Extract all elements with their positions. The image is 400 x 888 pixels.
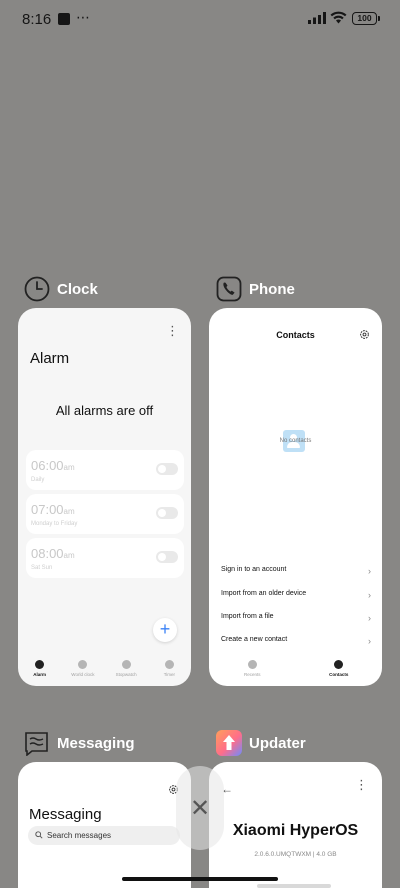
- chevron-right-icon: ›: [368, 636, 371, 646]
- clock-bottom-nav: Alarm World clock Stopwatch Timer: [18, 654, 191, 686]
- no-contacts-message: No contacts: [279, 438, 312, 444]
- stopwatch-icon: [121, 660, 131, 669]
- alarm-toggle[interactable]: [156, 551, 178, 563]
- alarm-time: 08:00am: [31, 546, 75, 561]
- messaging-app-header[interactable]: Messaging: [24, 727, 135, 759]
- import-older-device-row[interactable]: Import from an older device ›: [221, 590, 371, 606]
- alarm-repeat: Monday to Friday: [31, 521, 78, 527]
- tab-recents[interactable]: Recents: [209, 654, 296, 686]
- action-label: Import from a file: [221, 613, 274, 620]
- home-indicator[interactable]: [122, 877, 278, 881]
- clock-app-header[interactable]: Clock: [24, 273, 98, 305]
- alarm-time: 06:00am: [31, 458, 75, 473]
- recents-phone-icon: [247, 660, 257, 669]
- phone-bottom-nav: Recents Contacts: [209, 654, 382, 686]
- action-label: Sign in to an account: [221, 566, 287, 573]
- os-version: 2.0.6.0.UMQTWXM | 4.0 GB: [254, 851, 337, 858]
- alarm-toggle[interactable]: [156, 463, 178, 475]
- clear-all-button[interactable]: ✕: [176, 766, 224, 850]
- timer-icon: [164, 660, 174, 669]
- phone-app-card[interactable]: Contacts No contacts Sign in to an accou…: [209, 308, 382, 686]
- more-options-icon[interactable]: ⋮: [355, 778, 368, 791]
- phone-icon: [216, 276, 242, 302]
- alarm-item[interactable]: 06:00am Daily: [26, 450, 184, 490]
- chevron-right-icon: ›: [368, 590, 371, 600]
- tab-label: Contacts: [329, 672, 349, 677]
- contacts-person-icon: [334, 660, 344, 669]
- add-alarm-button[interactable]: +: [153, 618, 177, 642]
- messaging-app-name: Messaging: [57, 734, 135, 752]
- phone-app-header[interactable]: Phone: [216, 273, 295, 305]
- alarm-item[interactable]: 08:00am Sat Sun: [26, 538, 184, 578]
- create-contact-row[interactable]: Create a new contact ›: [221, 636, 371, 652]
- messaging-icon: [25, 732, 48, 756]
- alarm-time: 07:00am: [31, 502, 75, 517]
- alarm-repeat: Daily: [31, 477, 45, 483]
- alarm-repeat: Sat Sun: [31, 565, 53, 571]
- messaging-screen-title: Messaging: [29, 806, 102, 823]
- signal-icon: [308, 12, 326, 24]
- tab-label: Stopwatch: [115, 672, 137, 677]
- tab-label: Timer: [163, 672, 176, 677]
- world-clock-icon: [78, 660, 88, 669]
- status-bar: 8:16 ⋯ 100: [0, 0, 400, 40]
- search-icon: [35, 831, 43, 839]
- chevron-right-icon: ›: [368, 566, 371, 576]
- tab-label: Recents: [243, 672, 261, 677]
- tab-alarm[interactable]: Alarm: [18, 654, 61, 686]
- updater-app-name: Updater: [249, 734, 306, 752]
- tab-world-clock[interactable]: World clock: [61, 654, 104, 686]
- contacts-title: Contacts: [276, 330, 315, 340]
- tab-label: World clock: [71, 672, 95, 677]
- messaging-app-card[interactable]: Messaging Search messages: [18, 762, 191, 888]
- alarms-off-message: All alarms are off: [55, 403, 154, 418]
- updater-icon: [216, 730, 242, 756]
- clock-app-card[interactable]: ⋮ Alarm All alarms are off 06:00am Daily…: [18, 308, 191, 686]
- sign-in-account-row[interactable]: Sign in to an account ›: [221, 566, 371, 582]
- tab-timer[interactable]: Timer: [148, 654, 191, 686]
- import-file-row[interactable]: Import from a file ›: [221, 613, 371, 629]
- tab-label: Alarm: [33, 672, 46, 677]
- alarm-screen-title: Alarm: [30, 350, 70, 367]
- updater-app-card[interactable]: ← ⋮ Xiaomi HyperOS 2.0.6.0.UMQTWXM | 4.0…: [209, 762, 382, 888]
- action-label: Import from an older device: [221, 590, 307, 597]
- notification-icon: [58, 13, 70, 25]
- wifi-icon: [330, 11, 347, 24]
- alarm-item[interactable]: 07:00am Monday to Friday: [26, 494, 184, 534]
- tab-stopwatch[interactable]: Stopwatch: [105, 654, 148, 686]
- clock-app-name: Clock: [57, 280, 98, 298]
- action-label: Create a new contact: [221, 636, 288, 643]
- search-placeholder: Search messages: [47, 831, 112, 840]
- clock-icon: [24, 276, 50, 302]
- status-time: 8:16: [22, 11, 52, 28]
- tab-contacts[interactable]: Contacts: [296, 654, 383, 686]
- search-messages-input[interactable]: Search messages: [28, 826, 180, 845]
- alarm-toggle[interactable]: [156, 507, 178, 519]
- updater-app-header[interactable]: Updater: [216, 727, 306, 759]
- battery-indicator: 100: [352, 12, 380, 25]
- more-notifications-icon: ⋯: [76, 9, 91, 25]
- phone-app-name: Phone: [249, 280, 295, 298]
- settings-gear-icon[interactable]: [359, 329, 370, 340]
- more-options-icon[interactable]: ⋮: [166, 324, 179, 337]
- chevron-right-icon: ›: [368, 613, 371, 623]
- os-name: Xiaomi HyperOS: [232, 822, 359, 839]
- alarm-icon: [35, 660, 45, 669]
- divider: [257, 884, 331, 888]
